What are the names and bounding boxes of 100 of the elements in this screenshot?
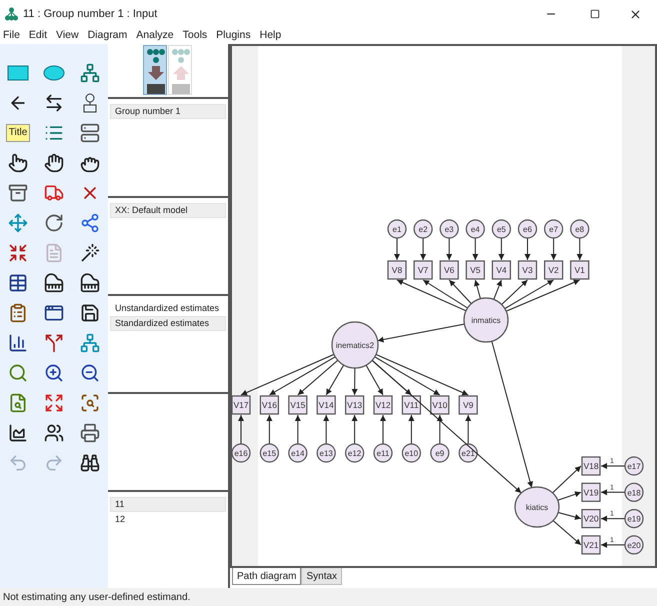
observed-variable: V9	[458, 395, 478, 415]
ellipse-icon[interactable]	[43, 65, 65, 81]
path-arrow	[323, 414, 330, 444]
app-icon	[5, 7, 18, 21]
error-variable: e5	[492, 219, 511, 239]
title-tool[interactable]: Title	[6, 124, 30, 142]
menu-item[interactable]: Tools	[182, 28, 208, 44]
window-title: 11 : Group number 1 : Input	[23, 6, 158, 22]
list-item[interactable]: XX: Default model	[110, 203, 226, 218]
bar-chart-icon[interactable]	[8, 333, 28, 353]
list-item[interactable]: 11	[110, 497, 226, 512]
hand-icon[interactable]	[44, 153, 64, 173]
error-variable: e8	[570, 219, 590, 239]
table-icon[interactable]	[8, 273, 28, 293]
error-variable: e16	[232, 443, 251, 463]
people-icon[interactable]	[44, 423, 64, 443]
maximize-icon[interactable]	[590, 9, 600, 19]
menu-item[interactable]: Diagram	[88, 28, 128, 44]
error-variable: e12	[345, 443, 364, 463]
piano-icon[interactable]	[44, 273, 64, 293]
save-icon[interactable]	[80, 303, 100, 323]
tree-icon[interactable]	[80, 333, 100, 353]
path-arrow	[524, 238, 530, 260]
observed-variable: V2	[544, 260, 564, 280]
canvas-tab[interactable]: Syntax	[301, 568, 342, 585]
zoom-out-icon[interactable]	[80, 363, 100, 383]
error-variable: e19	[624, 509, 644, 528]
network-icon[interactable]	[80, 213, 100, 233]
path-arrow	[498, 238, 504, 260]
menu-item[interactable]: View	[56, 28, 79, 44]
path-arrow	[472, 238, 478, 260]
observed-variable: V1	[570, 260, 590, 280]
observed-variable: V19	[581, 482, 601, 502]
distribution-icon[interactable]	[8, 423, 28, 443]
rotate-icon[interactable]	[44, 213, 64, 233]
list-item[interactable]: Group number 1	[110, 104, 226, 119]
observed-variable: V5	[466, 260, 485, 280]
wand-icon[interactable]	[80, 243, 100, 263]
binoculars-icon[interactable]	[80, 453, 100, 473]
shrink-icon[interactable]	[8, 243, 28, 263]
zoom-in-icon[interactable]	[44, 363, 64, 383]
error-variable: e4	[466, 219, 485, 239]
rectangle-icon[interactable]	[7, 65, 29, 81]
error-variable: e11	[373, 443, 393, 463]
observed-variable: V4	[492, 260, 511, 280]
window-icon[interactable]	[44, 303, 64, 323]
printer-icon[interactable]	[80, 423, 100, 443]
server-icon[interactable]	[80, 123, 100, 143]
observed-variable: V7	[414, 260, 433, 280]
list-item[interactable]: Unstandardized estimates	[110, 301, 226, 316]
path-arrow	[294, 414, 301, 444]
path-arrow	[576, 238, 583, 260]
error-variable: e17	[624, 456, 644, 476]
double-arrow-icon[interactable]	[44, 93, 64, 113]
path-arrow	[474, 280, 481, 300]
path-arrow	[600, 516, 626, 522]
expand-icon[interactable]	[44, 393, 64, 413]
error-variable: e14	[288, 443, 308, 463]
error-variable: e2	[414, 219, 433, 239]
scan-search-icon[interactable]	[80, 393, 100, 413]
path-arrow	[352, 414, 358, 444]
error-variable: e1	[387, 219, 407, 239]
path-arrow	[446, 238, 452, 260]
truck-icon[interactable]	[44, 183, 64, 203]
list-item[interactable]: Standardized estimates	[110, 316, 226, 331]
error-variable: e21	[458, 443, 478, 463]
observed-variable: V3	[518, 260, 538, 280]
close-icon[interactable]	[629, 8, 642, 20]
menu-item[interactable]: File	[3, 28, 20, 44]
observed-variable: V8	[387, 260, 407, 280]
split-icon[interactable]	[44, 333, 64, 353]
error-variable: e7	[544, 219, 564, 239]
error-variable: e20	[624, 535, 644, 554]
search-icon[interactable]	[8, 363, 28, 383]
observed-variable: V16	[260, 395, 279, 415]
path-arrow	[352, 368, 358, 396]
tree-icon[interactable]	[80, 63, 100, 83]
error-variable: e9	[430, 443, 450, 463]
observed-variable: V18	[581, 456, 601, 476]
latent-variable: inmatics	[463, 297, 509, 343]
circle-box-icon[interactable]	[82, 93, 98, 113]
move-icon[interactable]	[8, 213, 28, 233]
menu-item[interactable]: Help	[260, 28, 282, 44]
pointer-hand-icon[interactable]	[8, 153, 28, 173]
path-arrow	[550, 238, 557, 260]
file-search-icon[interactable]	[8, 393, 28, 413]
path-arrow	[238, 414, 244, 444]
archive-icon[interactable]	[8, 183, 28, 203]
observed-variable: V14	[316, 395, 336, 415]
menu-item[interactable]: Edit	[28, 28, 48, 44]
clipboard-icon[interactable]	[8, 303, 28, 323]
path-arrow	[420, 238, 426, 260]
canvas-tab[interactable]: Path diagram	[232, 568, 302, 585]
menu-item[interactable]: Analyze	[136, 28, 174, 44]
status-text: Not estimating any user-defined estimand.	[3, 590, 190, 604]
list-item[interactable]: 12	[110, 512, 226, 527]
piano-icon[interactable]	[80, 273, 100, 293]
error-variable: e15	[260, 443, 279, 463]
menu-item[interactable]: Plugins	[216, 28, 251, 44]
path-arrow	[600, 489, 626, 496]
